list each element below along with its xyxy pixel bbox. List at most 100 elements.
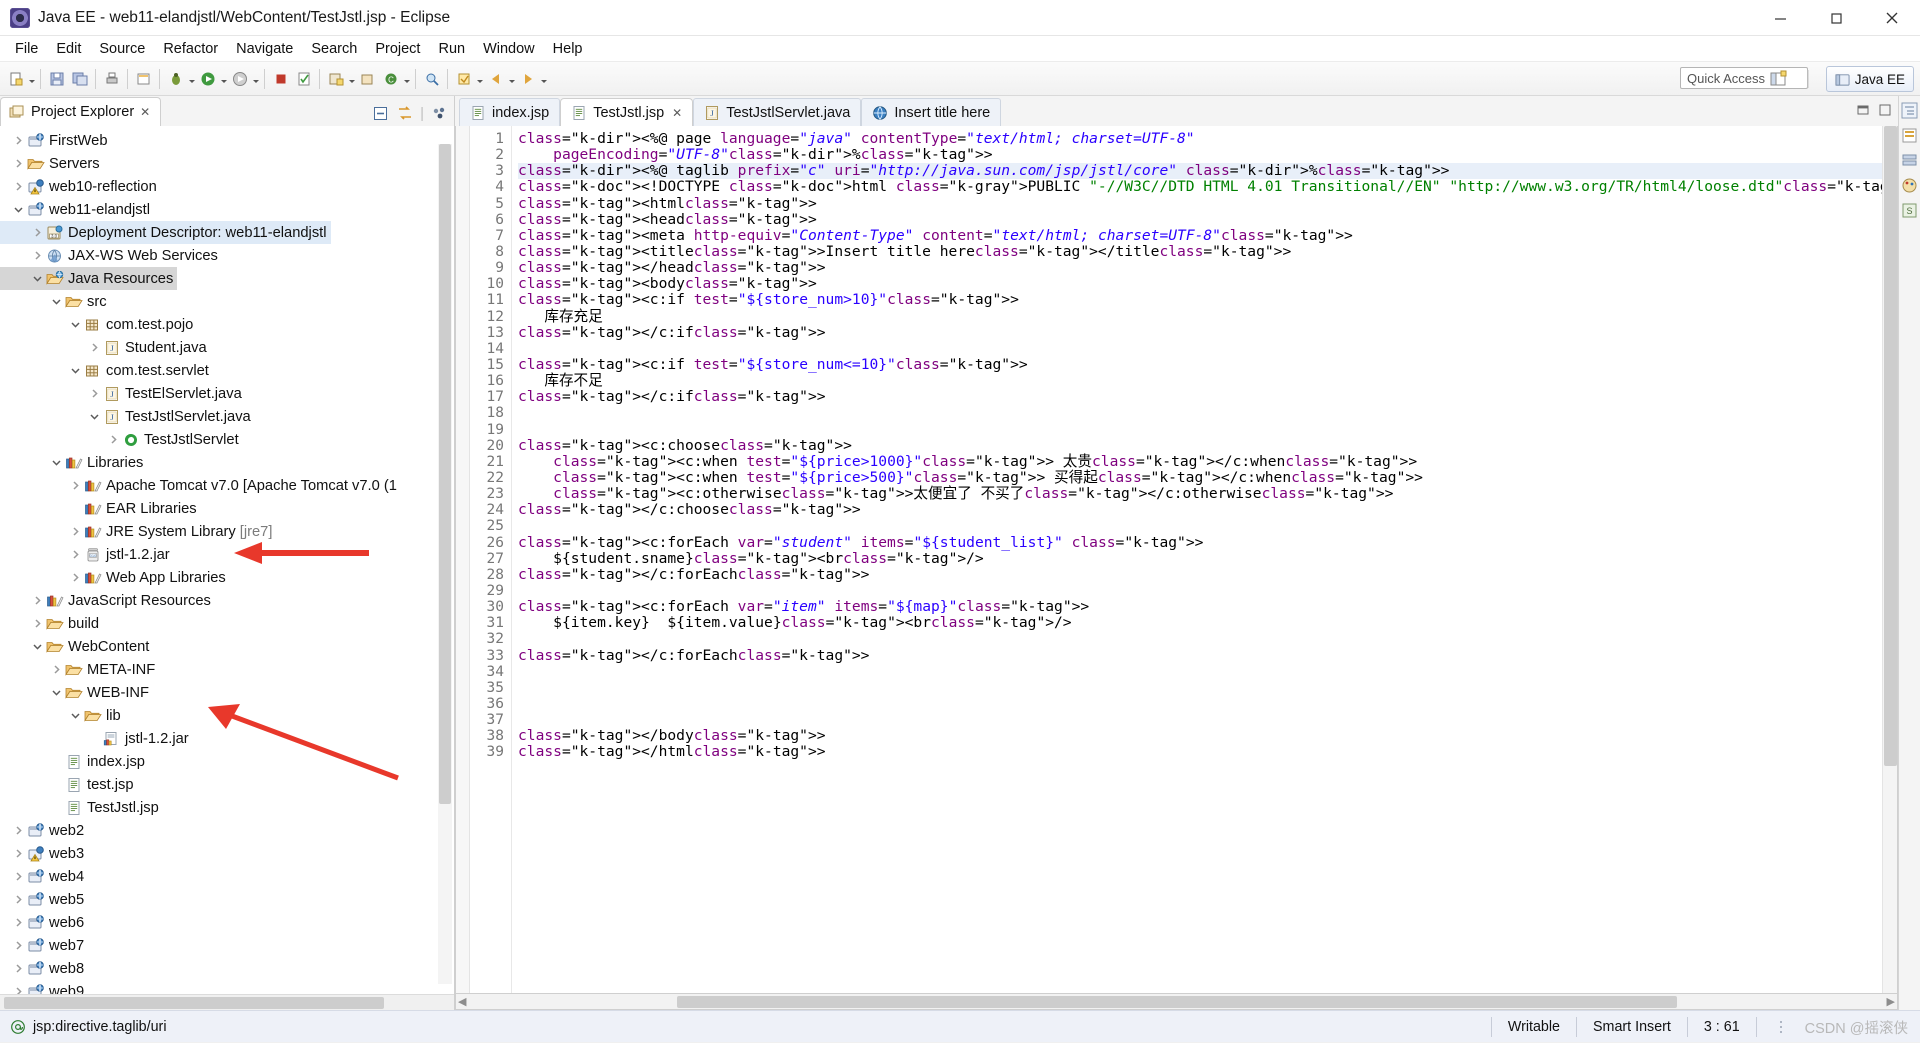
tree-item-libraries[interactable]: Libraries (0, 451, 454, 474)
chevron-right-icon[interactable] (105, 428, 121, 451)
menu-run[interactable]: Run (429, 38, 474, 60)
tree-item-src[interactable]: src (0, 290, 454, 313)
chevron-right-icon[interactable] (67, 543, 83, 566)
tree-item-web5[interactable]: web5 (0, 888, 454, 911)
code-line[interactable]: 库存不足 (518, 372, 1882, 389)
chevron-right-icon[interactable] (10, 842, 26, 865)
new-class-dropdown-icon[interactable] (402, 67, 411, 91)
code-line[interactable]: ${student.sname}class="k-tag"><brclass="… (518, 550, 1882, 567)
chevron-right-icon[interactable] (10, 980, 26, 994)
editor-tab-testjstl-jsp[interactable]: TestJstl.jsp ✕ (560, 98, 694, 126)
new-icon[interactable] (4, 67, 27, 91)
tree-item-web10-reflection[interactable]: web10-reflection (0, 175, 454, 198)
code-line[interactable]: class="k-tag"></c:forEachclass="k-tag">> (518, 647, 1882, 664)
tree-item-web8[interactable]: web8 (0, 957, 454, 980)
tree-item-jax-ws-web-services[interactable]: JAX-WS Web Services (0, 244, 454, 267)
view-menu-icon[interactable] (431, 105, 448, 122)
chevron-right-icon[interactable] (67, 566, 83, 589)
tree-item-ear-libraries[interactable]: EAR Libraries (0, 497, 454, 520)
tree-item-com-test-pojo[interactable]: com.test.pojo (0, 313, 454, 336)
chevron-right-icon[interactable] (10, 175, 26, 198)
code-line[interactable] (518, 680, 1882, 696)
code-line[interactable] (518, 518, 1882, 534)
tree-item-javascript-resources[interactable]: JavaScript Resources (0, 589, 454, 612)
tree-item-testjstlservlet[interactable]: TestJstlServlet (0, 428, 454, 451)
code-line[interactable]: class="k-tag"><c:if test="${store_num>10… (518, 292, 1882, 308)
code-line[interactable]: class="k-tag"><c:forEach var="item" item… (518, 598, 1882, 615)
outline-view-icon[interactable] (1901, 102, 1919, 120)
chevron-right-icon[interactable] (67, 474, 83, 497)
tree-item-com-test-servlet[interactable]: com.test.servlet (0, 359, 454, 382)
forward-icon[interactable] (516, 67, 539, 91)
new-java-dropdown-icon[interactable] (347, 67, 356, 91)
new-java-project-icon[interactable] (324, 67, 347, 91)
chevron-down-icon[interactable] (29, 267, 45, 290)
code-line[interactable]: class="k-tag"></c:chooseclass="k-tag">> (518, 502, 1882, 518)
minimize-button[interactable] (1752, 0, 1808, 36)
project-tree-vertical-scrollbar[interactable] (438, 144, 452, 984)
maximize-button[interactable] (1808, 0, 1864, 36)
new-wizard-icon[interactable] (132, 67, 155, 91)
code-line[interactable]: class="k-tag"></c:ifclass="k-tag">> (518, 324, 1882, 341)
code-line[interactable]: class="k-tag"><c:when test="${price>500}… (518, 469, 1882, 486)
chevron-right-icon[interactable] (10, 819, 26, 842)
tree-item-deployment-descriptor-web11-elandjstl[interactable]: 3.0 Deployment Descriptor: web11-elandjst… (0, 221, 331, 244)
menu-window[interactable]: Window (474, 38, 544, 60)
last-edit-dropdown-icon[interactable] (475, 67, 484, 91)
tab-project-explorer[interactable]: Project Explorer ✕ (0, 97, 162, 126)
code-line[interactable]: class="k-tag"><htmlclass="k-tag">> (518, 195, 1882, 212)
last-edit-location-icon[interactable] (452, 67, 475, 91)
tree-item-web4[interactable]: web4 (0, 865, 454, 888)
chevron-right-icon[interactable] (86, 382, 102, 405)
chevron-down-icon[interactable] (86, 405, 102, 428)
code-line[interactable]: class="k-tag"><headclass="k-tag">> (518, 211, 1882, 228)
task-list-icon[interactable] (1901, 127, 1919, 145)
chevron-right-icon[interactable] (86, 336, 102, 359)
code-line[interactable] (518, 696, 1882, 712)
code-line[interactable]: class="k-tag"></bodyclass="k-tag">> (518, 728, 1882, 744)
forward-dropdown-icon[interactable] (539, 67, 548, 91)
chevron-right-icon[interactable] (10, 934, 26, 957)
run-dropdown-icon[interactable] (219, 67, 228, 91)
code-line[interactable]: class="k-tag"><c:when test="${price>1000… (518, 453, 1882, 470)
tree-item-testjstlservlet-java[interactable]: J TestJstlServlet.java (0, 405, 454, 428)
tree-item-jstl-1-2-jar[interactable]: jstl-1.2.jar (0, 727, 454, 750)
menu-help[interactable]: Help (544, 38, 592, 60)
code-line[interactable]: class="k-tag"><meta http-equiv="Content-… (518, 227, 1882, 244)
tree-item-testelservlet-java[interactable]: J TestElServlet.java (0, 382, 454, 405)
validate-icon[interactable] (292, 67, 315, 91)
editor-tab-index-jsp[interactable]: index.jsp (459, 98, 561, 126)
link-with-editor-icon[interactable] (396, 105, 413, 122)
save-icon[interactable] (45, 67, 68, 91)
menu-source[interactable]: Source (90, 38, 154, 60)
code-line[interactable]: class="k-tag"></headclass="k-tag">> (518, 259, 1882, 276)
menu-search[interactable]: Search (302, 38, 366, 60)
tree-item-apache-tomcat-v7-0-apache-tomcat-v7-0-1[interactable]: Apache Tomcat v7.0 [Apache Tomcat v7.0 (… (0, 474, 454, 497)
chevron-down-icon[interactable] (67, 359, 83, 382)
close-button[interactable] (1864, 0, 1920, 36)
chevron-down-icon[interactable] (48, 681, 64, 704)
code-line[interactable]: class="k-tag"><bodyclass="k-tag">> (518, 276, 1882, 292)
code-line[interactable]: class="k-tag"><titleclass="k-tag">>Inser… (518, 243, 1882, 260)
chevron-down-icon[interactable] (48, 290, 64, 313)
chevron-right-icon[interactable] (29, 244, 45, 267)
code-line[interactable] (518, 341, 1882, 357)
print-icon[interactable] (100, 67, 123, 91)
tree-item-lib[interactable]: lib (0, 704, 454, 727)
code-line[interactable] (518, 405, 1882, 421)
code-line[interactable]: ${item.key} ${item.value}class="k-tag"><… (518, 615, 1882, 631)
run-external-icon[interactable] (228, 67, 251, 91)
menu-refactor[interactable]: Refactor (154, 38, 227, 60)
collapse-all-icon[interactable] (372, 105, 389, 122)
servers-view-icon[interactable] (1901, 152, 1919, 170)
chevron-down-icon[interactable] (10, 198, 26, 221)
chevron-right-icon[interactable] (29, 612, 45, 635)
code-line[interactable]: class="k-tag"><c:if test="${store_num<=1… (518, 356, 1882, 373)
tree-item-test-jsp[interactable]: test.jsp (0, 773, 454, 796)
tree-item-build[interactable]: build (0, 612, 454, 635)
palette-view-icon[interactable] (1901, 177, 1919, 195)
open-perspective-icon[interactable] (1766, 67, 1790, 91)
snippets-view-icon[interactable]: S (1901, 202, 1919, 220)
run-external-dropdown-icon[interactable] (251, 67, 260, 91)
chevron-right-icon[interactable] (67, 520, 83, 543)
